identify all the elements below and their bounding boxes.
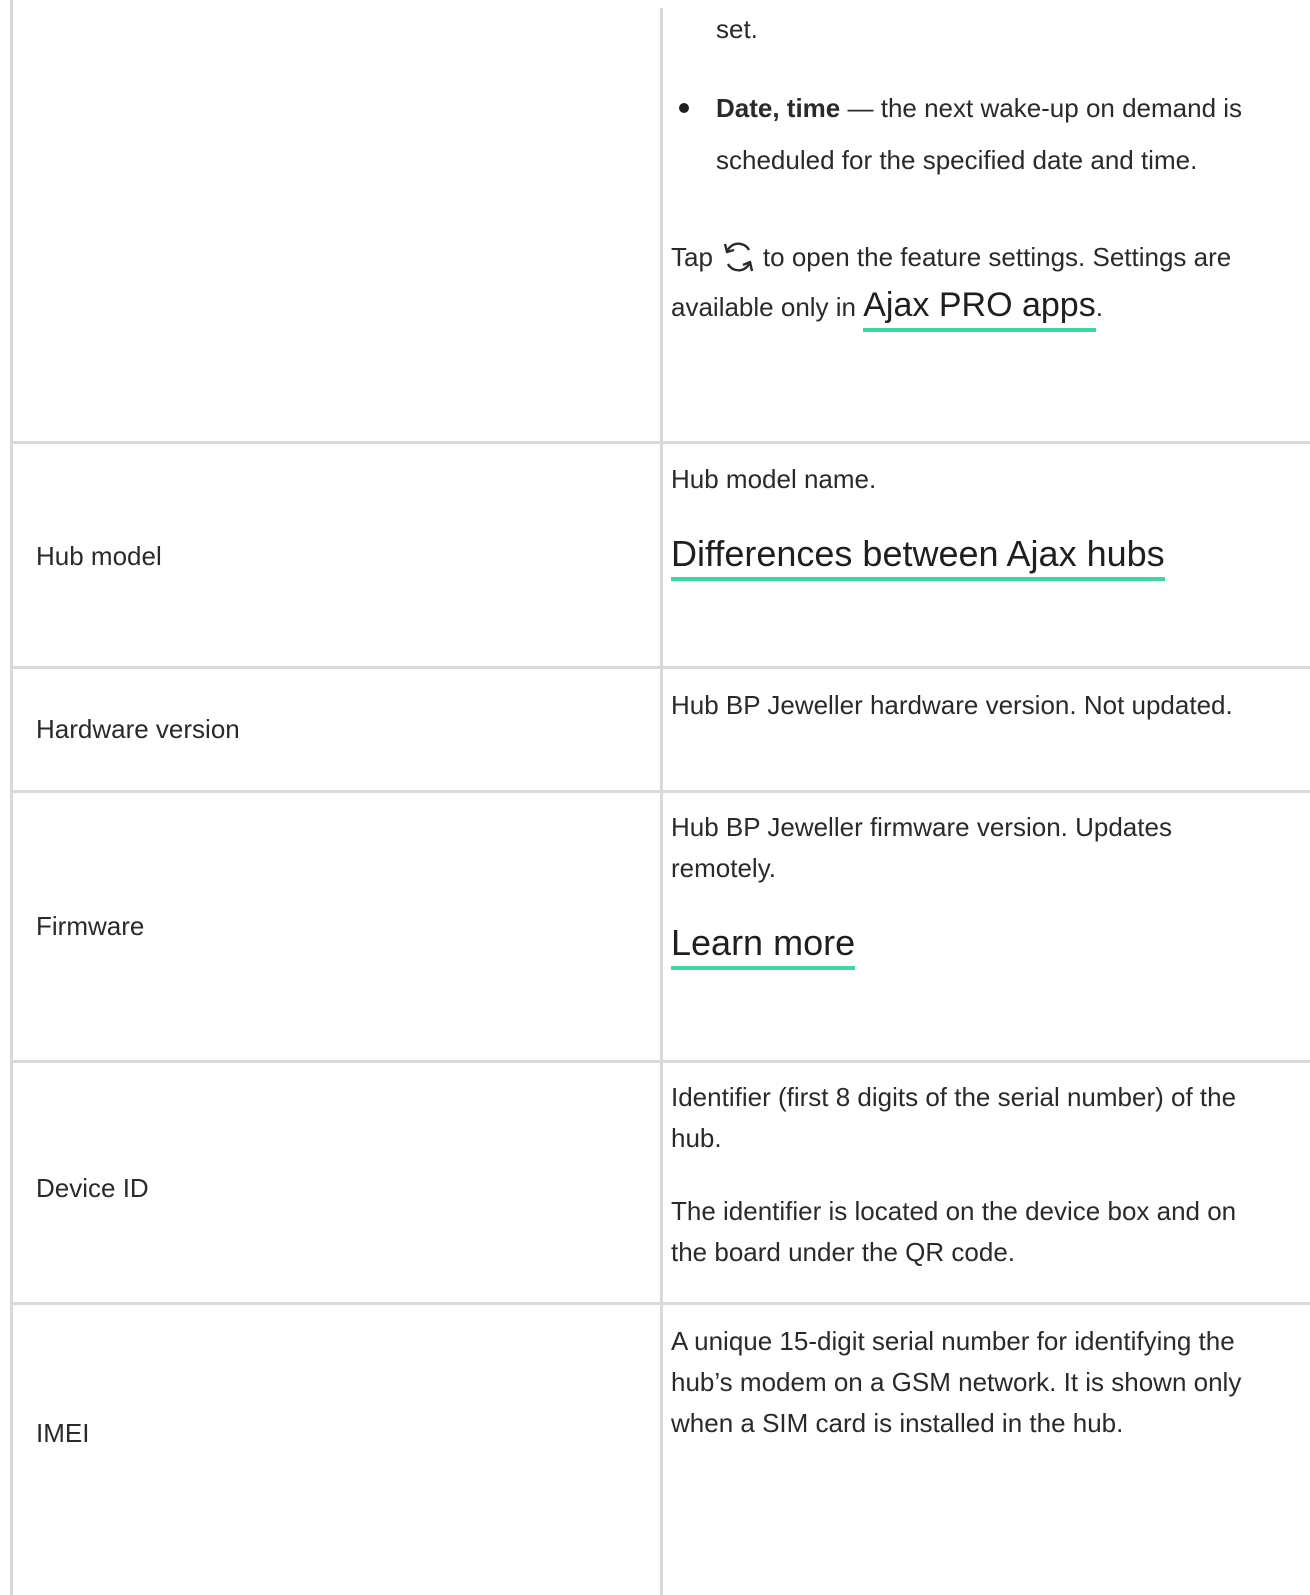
row-label: Firmware [36,911,145,941]
table-row-device-id: Device ID Identifier (first 8 digits of … [13,1063,1310,1301]
table-row-imei: IMEI A unique 15-digit serial number for… [13,1305,1310,1595]
list-item-date-time: Date, time — the next wake-up on demand … [671,82,1271,186]
description-cell: Hub BP Jeweller hardware version. Not up… [671,685,1271,726]
row-description: Hub BP Jeweller firmware version. Update… [671,812,1172,883]
bullet-dash: — [840,93,881,123]
row-label: Device ID [36,1173,149,1203]
settings-table: set. Date, time — the next wake-up on de… [10,0,1310,1595]
description-cell: Hub BP Jeweller firmware version. Update… [671,807,1271,970]
bullet-icon [679,103,689,113]
bullet-term: Date, time [716,93,841,123]
table-row-hardware-version: Hardware version Hub BP Jeweller hardwar… [13,669,1310,789]
link-period: . [1095,292,1103,322]
tap-prefix: Tap [671,242,713,272]
row-label: Hardware version [36,714,240,744]
row-label: IMEI [36,1418,90,1448]
description-cell: set. Date, time — the next wake-up on de… [671,10,1271,332]
description-cell: Identifier (first 8 digits of the serial… [671,1077,1271,1273]
learn-more-link[interactable]: Learn more [671,921,856,970]
table-row-hub-model: Hub model Hub model name. Differences be… [13,444,1310,665]
table-row-firmware: Firmware Hub BP Jeweller firmware versio… [13,793,1310,1059]
description-cell: Hub model name. Differences between Ajax… [671,459,1271,581]
continued-text: set. [716,14,758,44]
sync-icon [723,242,754,272]
description-cell: A unique 15-digit serial number for iden… [671,1321,1271,1444]
tap-paragraph: Tap to open the feature settings. Settin… [671,232,1271,332]
ajax-pro-apps-link[interactable]: Ajax PRO apps [863,283,1096,332]
row-description-2: The identifier is located on the device … [671,1196,1237,1267]
row-description: Identifier (first 8 digits of the serial… [671,1082,1237,1153]
row-label: Hub model [36,541,162,571]
hub-differences-link[interactable]: Differences between Ajax hubs [671,532,1165,581]
table-row-wake-up: set. Date, time — the next wake-up on de… [13,0,1310,440]
row-description: Hub model name. [671,464,877,494]
row-description: A unique 15-digit serial number for iden… [671,1326,1242,1438]
row-description: Hub BP Jeweller hardware version. Not up… [671,690,1233,720]
